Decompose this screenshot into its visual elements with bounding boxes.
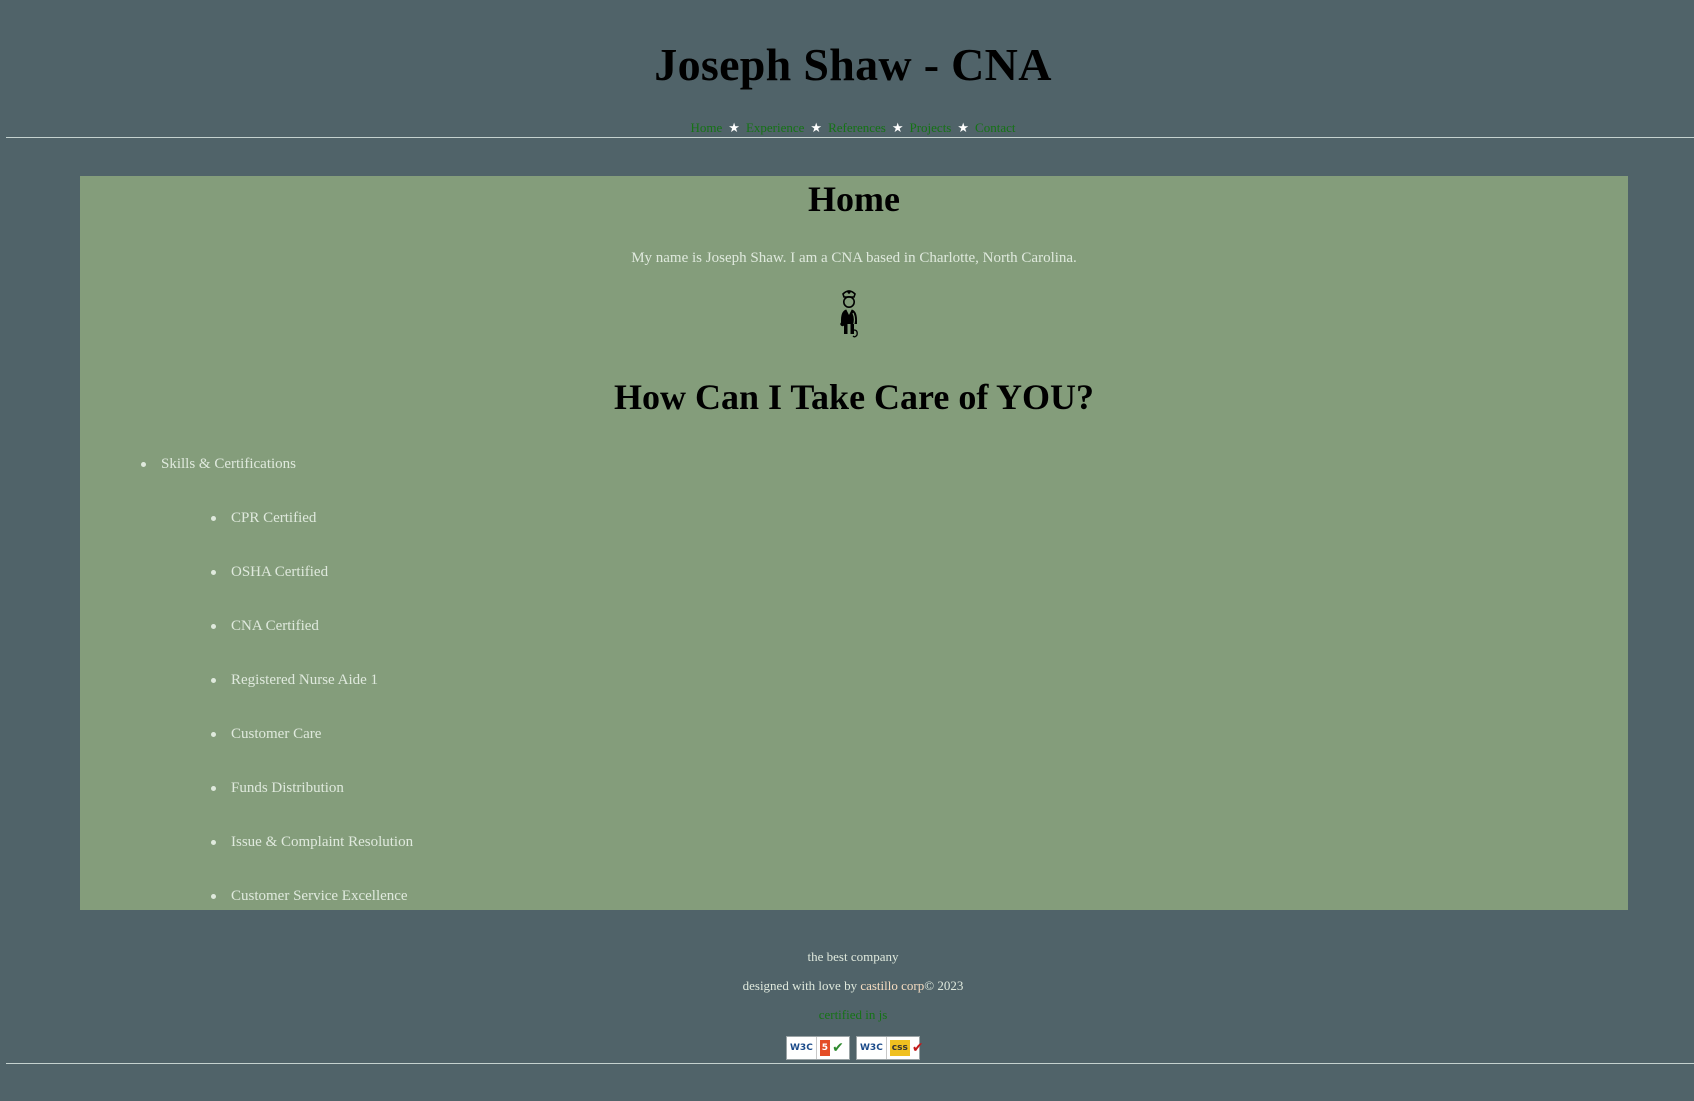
skill-label: Customer Care <box>231 726 322 742</box>
nav-link-contact[interactable]: Contact <box>975 120 1015 135</box>
nav-link-home[interactable]: Home <box>691 120 723 135</box>
footer-company: the best company <box>807 949 899 964</box>
validation-badges: W3C 5 ✔ W3C css ✔ <box>786 1036 924 1060</box>
list-item: Registered Nurse Aide 1 <box>211 670 413 690</box>
credit-brand: castillo corp <box>860 978 925 993</box>
nav-link-projects[interactable]: Projects <box>909 120 951 135</box>
checkmark-icon: ✔ <box>832 1040 844 1056</box>
checkmark-icon: ✔ <box>911 1040 924 1056</box>
skill-label: Funds Distribution <box>231 780 344 796</box>
bullet-icon <box>141 462 146 467</box>
credit-prefix: designed with love by <box>742 978 861 993</box>
w3c-logo-icon: W3C <box>857 1037 887 1059</box>
nav-link-experience[interactable]: Experience <box>746 120 804 135</box>
bullet-icon <box>211 624 216 629</box>
section-heading-home: Home <box>808 179 900 219</box>
footer-divider <box>6 1063 1694 1064</box>
intro-text: My name is Joseph Shaw. I am a CNA based… <box>631 250 1077 266</box>
list-item: Customer Service Excellence <box>211 886 413 906</box>
skill-label: Registered Nurse Aide 1 <box>231 672 379 688</box>
list-item: Funds Distribution <box>211 778 413 798</box>
nav-link-references[interactable]: References <box>828 120 886 135</box>
skills-list: Skills & Certifications CPR Certified OS… <box>141 454 413 906</box>
footer-credit: designed with love by castillo corp© 202… <box>0 978 1694 994</box>
skills-category-label: Skills & Certifications <box>161 456 296 472</box>
skills-sublist: CPR Certified OSHA Certified CNA Certifi… <box>161 508 413 906</box>
bullet-icon <box>211 570 216 575</box>
list-item: CNA Certified <box>211 616 413 636</box>
w3c-logo-icon: W3C <box>787 1037 817 1059</box>
star-separator-icon: ★ <box>891 120 904 135</box>
bullet-icon <box>211 678 216 683</box>
list-item: Skills & Certifications CPR Certified OS… <box>141 454 413 906</box>
bullet-icon <box>211 786 216 791</box>
skill-label: Issue & Complaint Resolution <box>231 834 414 850</box>
list-item: Issue & Complaint Resolution <box>211 832 413 852</box>
star-separator-icon: ★ <box>810 120 823 135</box>
nurse-icon <box>840 290 858 338</box>
header-divider <box>6 137 1694 138</box>
w3c-css-badge[interactable]: W3C css ✔ <box>856 1036 924 1060</box>
section-heading-care: How Can I Take Care of YOU? <box>613 377 1095 417</box>
main-content-panel: Home My name is Joseph Shaw. I am a CNA … <box>80 176 1628 910</box>
site-title: Joseph Shaw - CNA <box>654 39 1052 90</box>
w3c-html-badge[interactable]: W3C 5 ✔ <box>786 1036 850 1060</box>
top-nav: Home ★ Experience ★ References ★ Projects ★ Cont… <box>0 120 1694 136</box>
bullet-icon <box>211 894 216 899</box>
skill-label: Customer Service Excellence <box>231 888 408 904</box>
footer-certified-link[interactable]: certified in js <box>0 1007 1694 1023</box>
skill-label: CNA Certified <box>231 618 319 634</box>
star-separator-icon: ★ <box>957 120 970 135</box>
list-item: CPR Certified <box>211 508 413 528</box>
bullet-icon <box>211 732 216 737</box>
bullet-icon <box>211 516 216 521</box>
list-item: Customer Care <box>211 724 413 744</box>
bullet-icon <box>211 840 216 845</box>
list-item: OSHA Certified <box>211 562 413 582</box>
star-separator-icon: ★ <box>728 120 740 135</box>
skill-label: OSHA Certified <box>231 564 329 580</box>
html5-shield-icon: 5 <box>819 1040 831 1056</box>
skill-label: CPR Certified <box>231 510 317 526</box>
credit-suffix: © 2023 <box>924 978 964 993</box>
css-label: css <box>889 1040 910 1056</box>
